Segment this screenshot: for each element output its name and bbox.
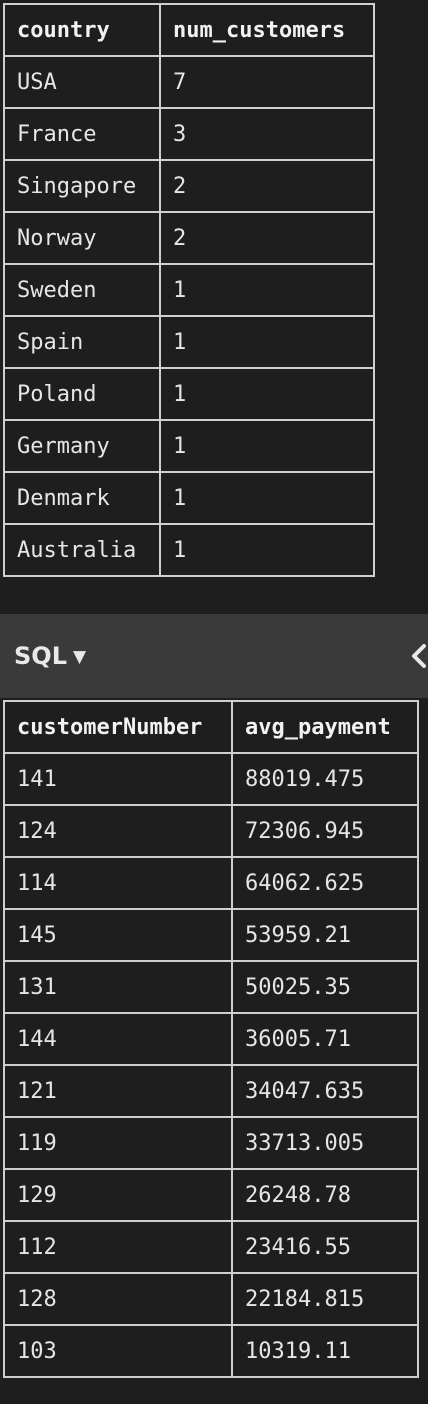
table-cell: 64062.625 [231,856,419,910]
table-cell: 26248.78 [231,1168,419,1222]
table-cell: Denmark [3,471,161,525]
table-cell: 141 [3,752,233,806]
table-row: 112 23416.55 [3,1220,419,1274]
table-row: 119 33713.005 [3,1116,419,1170]
table-cell: Poland [3,367,161,421]
table-cell: 1 [159,419,375,473]
table-cell: 36005.71 [231,1012,419,1066]
table-cell: 22184.815 [231,1272,419,1326]
table-cell: 1 [159,315,375,369]
table-row: Singapore 2 [3,159,375,213]
table-row: 121 34047.635 [3,1064,419,1118]
table-row: France 3 [3,107,375,161]
table-cell: Sweden [3,263,161,317]
table-row: Sweden 1 [3,263,375,317]
column-header-customer-number[interactable]: customerNumber [3,700,233,754]
table-cell: 2 [159,211,375,265]
table-row: Denmark 1 [3,471,375,525]
table-row: Australia 1 [3,523,375,577]
table-cell: 129 [3,1168,233,1222]
table-row: 144 36005.71 [3,1012,419,1066]
table-cell: 53959.21 [231,908,419,962]
table-cell: 23416.55 [231,1220,419,1274]
table-cell: 144 [3,1012,233,1066]
table-cell: 112 [3,1220,233,1274]
table-cell: 114 [3,856,233,910]
table-row: 103 10319.11 [3,1324,419,1378]
table-cell: 50025.35 [231,960,419,1014]
table-cell: France [3,107,161,161]
table-cell: Norway [3,211,161,265]
table-cell: 2 [159,159,375,213]
table-cell: 103 [3,1324,233,1378]
column-header-country[interactable]: country [3,3,161,57]
country-customers-table: country num_customers USA 7 France 3 Singa… [3,3,375,577]
table-cell: 128 [3,1272,233,1326]
table-cell: 119 [3,1116,233,1170]
chevron-left-icon[interactable] [408,640,428,672]
column-header-num-customers[interactable]: num_customers [159,3,375,57]
table-cell: 145 [3,908,233,962]
table-cell: 1 [159,263,375,317]
table-cell: Germany [3,419,161,473]
table-row: 128 22184.815 [3,1272,419,1326]
table-row: Norway 2 [3,211,375,265]
table-cell: 1 [159,471,375,525]
table-cell: USA [3,55,161,109]
table-row: 145 53959.21 [3,908,419,962]
table-row: 131 50025.35 [3,960,419,1014]
table-cell: 131 [3,960,233,1014]
table-row: Poland 1 [3,367,375,421]
table-cell: 34047.635 [231,1064,419,1118]
table-header-row: country num_customers [3,3,375,57]
table-row: 114 64062.625 [3,856,419,910]
table-row: 129 26248.78 [3,1168,419,1222]
table-cell: 10319.11 [231,1324,419,1378]
table-cell: 3 [159,107,375,161]
table-row: 124 72306.945 [3,804,419,858]
table-cell: 1 [159,523,375,577]
table-row: Spain 1 [3,315,375,369]
table-row: Germany 1 [3,419,375,473]
cell-toolbar: SQL ▼ [0,614,428,698]
table-row: USA 7 [3,55,375,109]
table-cell: Spain [3,315,161,369]
table-header-row: customerNumber avg_payment [3,700,419,754]
sql-mode-dropdown[interactable]: SQL ▼ [14,642,86,670]
table-cell: 72306.945 [231,804,419,858]
table-cell: 33713.005 [231,1116,419,1170]
mode-label: SQL [14,642,67,670]
table-cell: Singapore [3,159,161,213]
table-cell: 121 [3,1064,233,1118]
table-cell: 124 [3,804,233,858]
column-header-avg-payment[interactable]: avg_payment [231,700,419,754]
table-cell: Australia [3,523,161,577]
payments-table: customerNumber avg_payment 141 88019.475 … [3,700,419,1378]
table-row: 141 88019.475 [3,752,419,806]
caret-down-icon: ▼ [72,647,87,667]
table-cell: 1 [159,367,375,421]
table-cell: 7 [159,55,375,109]
table-cell: 88019.475 [231,752,419,806]
